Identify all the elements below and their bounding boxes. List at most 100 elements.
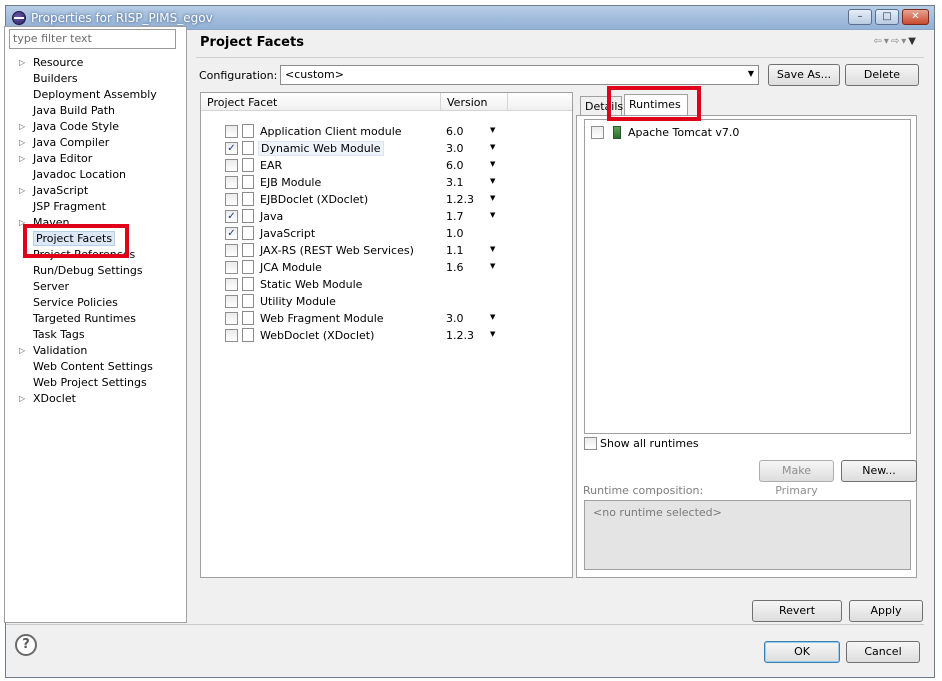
facet-version[interactable]: 6.0 — [446, 125, 464, 138]
runtime-checkbox[interactable] — [591, 126, 604, 139]
sidebar-item[interactable]: Task Tags — [5, 327, 186, 343]
expand-triangle-icon[interactable]: ▷ — [19, 391, 25, 407]
table-row[interactable]: Application Client module 6.0 ▼ — [201, 123, 572, 140]
version-dropdown-icon[interactable]: ▼ — [490, 143, 495, 151]
facet-checkbox[interactable]: ✓ — [225, 210, 238, 223]
table-row[interactable]: EJB Module 3.1 ▼ — [201, 174, 572, 191]
version-dropdown-icon[interactable]: ▼ — [490, 126, 495, 134]
new-runtime-button[interactable]: New... — [841, 460, 917, 482]
facet-checkbox[interactable]: ✓ — [225, 227, 238, 240]
sidebar-item[interactable]: Web Project Settings — [5, 375, 186, 391]
table-row[interactable]: ✓ Dynamic Web Module 3.0 ▼ — [201, 140, 572, 157]
table-row[interactable]: Web Fragment Module 3.0 ▼ — [201, 310, 572, 327]
minimize-icon[interactable]: – — [848, 9, 872, 25]
filter-input[interactable]: type filter text — [9, 29, 176, 49]
column-header-facet[interactable]: Project Facet — [207, 96, 277, 109]
facet-version[interactable]: 3.0 — [446, 312, 464, 325]
forward-arrow-icon[interactable]: ⇨ — [891, 36, 901, 47]
facet-checkbox[interactable] — [225, 176, 238, 189]
delete-button[interactable]: Delete — [845, 64, 919, 86]
ok-button[interactable]: OK — [764, 641, 840, 663]
facet-version[interactable]: 6.0 — [446, 159, 464, 172]
version-dropdown-icon[interactable]: ▼ — [490, 211, 495, 219]
facet-checkbox[interactable]: ✓ — [225, 142, 238, 155]
table-row[interactable]: JCA Module 1.6 ▼ — [201, 259, 572, 276]
apply-button[interactable]: Apply — [849, 600, 923, 622]
expand-triangle-icon[interactable]: ▷ — [19, 151, 25, 167]
version-dropdown-icon[interactable]: ▼ — [490, 330, 495, 338]
facet-version[interactable]: 1.2.3 — [446, 193, 474, 206]
facet-version[interactable]: 3.0 — [446, 142, 464, 155]
sidebar-item[interactable]: ▷ XDoclet — [5, 391, 186, 407]
sidebar-item[interactable]: Server — [5, 279, 186, 295]
table-row[interactable]: WebDoclet (XDoclet) 1.2.3 ▼ — [201, 327, 572, 344]
sidebar-item[interactable]: ▷ Validation — [5, 343, 186, 359]
expand-triangle-icon[interactable]: ▷ — [19, 135, 25, 151]
back-dropdown-icon[interactable]: ▾ — [884, 36, 891, 47]
view-menu-icon[interactable]: ▼ — [908, 36, 918, 47]
table-row[interactable]: EJBDoclet (XDoclet) 1.2.3 ▼ — [201, 191, 572, 208]
facet-checkbox[interactable] — [225, 278, 238, 291]
column-header-version[interactable]: Version — [447, 96, 487, 109]
facet-version[interactable]: 1.2.3 — [446, 329, 474, 342]
table-row[interactable]: Static Web Module — [201, 276, 572, 293]
sidebar-item[interactable]: Builders — [5, 71, 186, 87]
sidebar-item[interactable]: Run/Debug Settings — [5, 263, 186, 279]
show-all-runtimes-checkbox[interactable] — [584, 437, 597, 450]
facet-checkbox[interactable] — [225, 159, 238, 172]
facet-version[interactable]: 3.1 — [446, 176, 464, 189]
expand-triangle-icon[interactable]: ▷ — [19, 119, 25, 135]
back-arrow-icon[interactable]: ⇦ — [873, 36, 883, 47]
help-icon[interactable]: ? — [15, 634, 37, 656]
version-dropdown-icon[interactable]: ▼ — [490, 177, 495, 185]
sidebar-item[interactable]: Service Policies — [5, 295, 186, 311]
configuration-combo[interactable]: <custom> ▼ — [280, 65, 759, 85]
maximize-icon[interactable]: □ — [875, 9, 899, 25]
sidebar-item[interactable]: JSP Fragment — [5, 199, 186, 215]
expand-triangle-icon[interactable]: ▷ — [19, 55, 25, 71]
version-dropdown-icon[interactable]: ▼ — [490, 245, 495, 253]
table-row[interactable]: Utility Module — [201, 293, 572, 310]
cancel-button[interactable]: Cancel — [846, 641, 920, 663]
facet-version[interactable]: 1.6 — [446, 261, 464, 274]
make-primary-button[interactable]: Make Primary — [759, 460, 834, 497]
sidebar-item[interactable]: Deployment Assembly — [5, 87, 186, 103]
sidebar-item[interactable]: ▷ JavaScript — [5, 183, 186, 199]
facet-version[interactable]: 1.7 — [446, 210, 464, 223]
sidebar-item[interactable]: ▷ Java Editor — [5, 151, 186, 167]
revert-button[interactable]: Revert — [752, 600, 842, 622]
sidebar-item[interactable]: Web Content Settings — [5, 359, 186, 375]
table-row[interactable]: ✓ Java 1.7 ▼ — [201, 208, 572, 225]
sidebar-item[interactable]: Javadoc Location — [5, 167, 186, 183]
facet-checkbox[interactable] — [225, 244, 238, 257]
version-dropdown-icon[interactable]: ▼ — [490, 262, 495, 270]
sidebar-item-label: Java Code Style — [33, 120, 120, 133]
page-title: Project Facets — [200, 35, 304, 50]
facet-checkbox[interactable] — [225, 261, 238, 274]
document-icon — [242, 158, 254, 172]
java-icon — [242, 209, 254, 223]
version-dropdown-icon[interactable]: ▼ — [490, 160, 495, 168]
chevron-down-icon: ▼ — [747, 69, 754, 78]
facet-version[interactable]: 1.1 — [446, 244, 464, 257]
facet-checkbox[interactable] — [225, 125, 238, 138]
facet-checkbox[interactable] — [225, 295, 238, 308]
save-as-button[interactable]: Save As... — [768, 64, 840, 86]
sidebar-item[interactable]: ▷ Java Compiler — [5, 135, 186, 151]
facet-checkbox[interactable] — [225, 312, 238, 325]
sidebar-item-label: Java Compiler — [33, 136, 110, 149]
facet-checkbox[interactable] — [225, 193, 238, 206]
table-row[interactable]: EAR 6.0 ▼ — [201, 157, 572, 174]
close-icon[interactable]: ✕ — [902, 9, 929, 25]
table-row[interactable]: ✓ JavaScript 1.0 — [201, 225, 572, 242]
facet-checkbox[interactable] — [225, 329, 238, 342]
sidebar-item[interactable]: Targeted Runtimes — [5, 311, 186, 327]
sidebar-item[interactable]: ▷ Java Code Style — [5, 119, 186, 135]
sidebar-item[interactable]: Java Build Path — [5, 103, 186, 119]
version-dropdown-icon[interactable]: ▼ — [490, 194, 495, 202]
version-dropdown-icon[interactable]: ▼ — [490, 313, 495, 321]
sidebar-item[interactable]: ▷ Resource — [5, 55, 186, 71]
expand-triangle-icon[interactable]: ▷ — [19, 343, 25, 359]
expand-triangle-icon[interactable]: ▷ — [19, 183, 25, 199]
table-row[interactable]: JAX-RS (REST Web Services) 1.1 ▼ — [201, 242, 572, 259]
